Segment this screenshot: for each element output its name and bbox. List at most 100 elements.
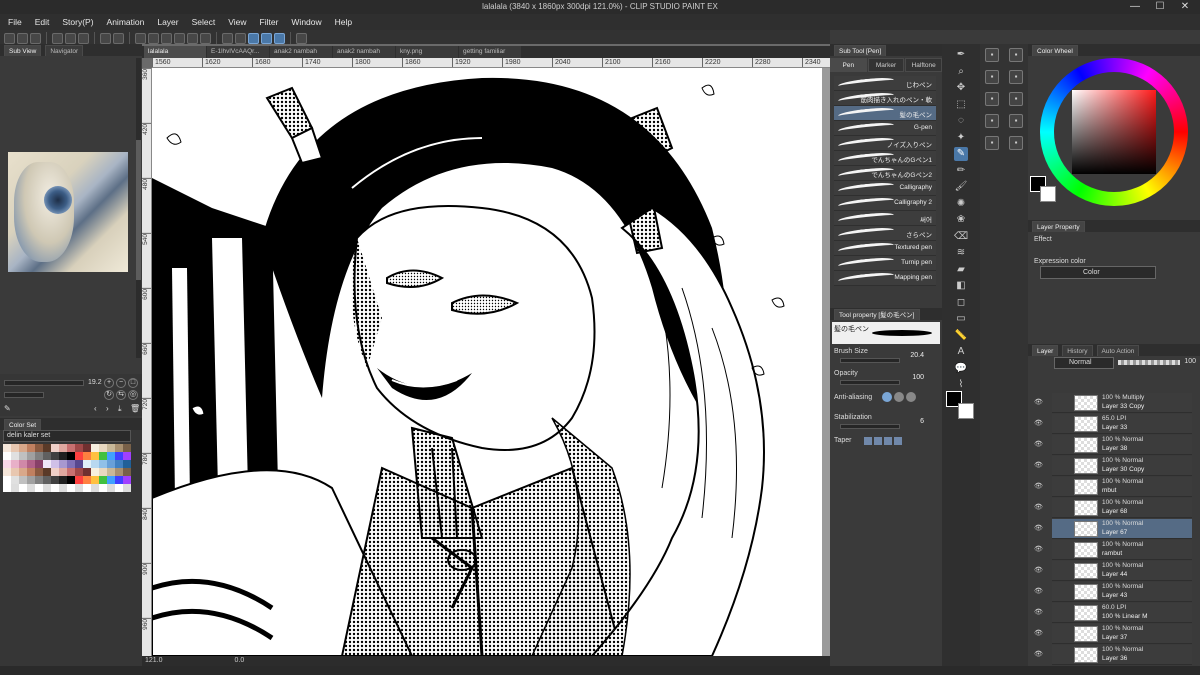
color-swatch[interactable] <box>3 444 11 452</box>
menu-help[interactable]: Help <box>335 17 352 27</box>
color-swatch[interactable] <box>19 444 27 452</box>
color-swatch[interactable] <box>27 468 35 476</box>
color-swatch[interactable] <box>51 468 59 476</box>
color-swatch[interactable] <box>123 476 131 484</box>
color-swatch[interactable] <box>35 484 43 492</box>
color-swatch[interactable] <box>67 452 75 460</box>
layer-row[interactable]: 👁 100 % Normal Layer 67 <box>1034 519 1192 539</box>
color-swatch[interactable] <box>43 476 51 484</box>
layer-settings-icon[interactable]: ▪ <box>1009 136 1023 150</box>
expression-color-select[interactable]: Color <box>1040 266 1156 279</box>
color-swatch[interactable] <box>107 452 115 460</box>
redo-icon[interactable] <box>113 32 124 44</box>
layer-opacity-slider[interactable] <box>1118 360 1180 365</box>
opacity-value[interactable]: 100 <box>912 374 924 381</box>
color-swatch[interactable] <box>107 484 115 492</box>
color-swatch[interactable] <box>75 444 83 452</box>
visibility-eye-icon[interactable]: 👁 <box>1034 545 1043 553</box>
tab-navigator[interactable]: Navigator <box>45 44 84 56</box>
invert-selection-icon[interactable] <box>187 32 198 44</box>
zoom-out-icon[interactable]: − <box>116 378 126 388</box>
layer-row[interactable]: 👁 100 % Multiply Layer 33 Copy <box>1034 393 1192 413</box>
drawing-canvas[interactable] <box>152 68 822 656</box>
color-swatch[interactable] <box>75 468 83 476</box>
tab-layer[interactable]: Layer <box>1032 344 1059 356</box>
color-swatch[interactable] <box>67 476 75 484</box>
color-swatch[interactable] <box>35 444 43 452</box>
color-swatch[interactable] <box>99 476 107 484</box>
color-swatch[interactable] <box>83 452 91 460</box>
layer-row[interactable]: 👁 100 % Normal Layer 36 <box>1034 645 1192 665</box>
tab-sub-view[interactable]: Sub View <box>4 44 42 56</box>
color-swatch[interactable] <box>75 452 83 460</box>
tab-halftone[interactable]: Halftone <box>905 58 943 72</box>
menu-layer[interactable]: Layer <box>157 17 178 27</box>
flip-icon[interactable]: ⇆ <box>116 390 126 400</box>
visibility-eye-icon[interactable]: 👁 <box>1034 524 1043 532</box>
fill-icon[interactable]: ▰ <box>954 263 968 277</box>
aa-option-icon[interactable] <box>906 392 916 402</box>
visibility-eye-icon[interactable]: 👁 <box>1034 608 1043 616</box>
menu-edit[interactable]: Edit <box>35 17 50 27</box>
color-swatch[interactable] <box>107 476 115 484</box>
angle-readout[interactable]: 0.0 <box>234 657 244 664</box>
close-button[interactable]: ✕ <box>1170 1 1200 12</box>
reset-icon[interactable]: ◎ <box>128 390 138 400</box>
pen-icon[interactable]: ✒ <box>954 48 968 62</box>
color-swatch[interactable] <box>19 460 27 468</box>
color-swatch[interactable] <box>11 452 19 460</box>
color-swatch[interactable] <box>59 468 67 476</box>
color-swatch[interactable] <box>59 476 67 484</box>
layer-row[interactable]: 👁 100 % Normal Layer 43 <box>1034 582 1192 602</box>
menu-select[interactable]: Select <box>192 17 216 27</box>
color-swatch[interactable] <box>51 452 59 460</box>
menu-file[interactable]: File <box>8 17 22 27</box>
zoom-in-icon[interactable]: + <box>104 378 114 388</box>
color-swatch[interactable] <box>91 468 99 476</box>
doc-tab-2[interactable]: E-1lhvlVcAAQr... <box>207 46 269 58</box>
aa-option-icon[interactable] <box>882 392 892 402</box>
airbrush-icon[interactable]: ✺ <box>954 197 968 211</box>
aa-option-icon[interactable] <box>894 392 904 402</box>
color-swatch[interactable] <box>27 476 35 484</box>
tab-history[interactable]: History <box>1062 344 1093 356</box>
fit-icon[interactable]: □ <box>128 378 138 388</box>
transform-icon[interactable] <box>161 32 172 44</box>
stabilization-slider[interactable] <box>840 424 900 429</box>
color-swatch[interactable] <box>43 484 51 492</box>
color-swatch[interactable] <box>19 476 27 484</box>
snap-special-ruler-icon[interactable] <box>261 32 272 44</box>
stabilization-value[interactable]: 6 <box>920 418 924 425</box>
color-swatch[interactable] <box>123 460 131 468</box>
color-swatch[interactable] <box>123 452 131 460</box>
pencil-icon[interactable]: ✏ <box>954 164 968 178</box>
color-swatch[interactable] <box>99 460 107 468</box>
doc-tab-3[interactable]: anak2 nambah <box>270 46 332 58</box>
blend-icon[interactable]: ≋ <box>954 246 968 260</box>
color-swatch[interactable] <box>3 476 11 484</box>
brush-item[interactable]: ノイズ入りペン <box>834 136 936 151</box>
brush-item[interactable]: Textured pen <box>834 241 936 256</box>
doc-tab-6[interactable]: getting familiar <box>459 46 521 58</box>
color-swatch[interactable] <box>19 468 27 476</box>
doc-tab-lalalala[interactable]: lalalala <box>144 46 206 58</box>
line-correct-icon[interactable]: ⌇ <box>954 378 968 392</box>
color-swatch[interactable] <box>43 444 51 452</box>
deselect-icon[interactable] <box>174 32 185 44</box>
brush-item[interactable]: さらペン <box>834 226 936 241</box>
color-swatch[interactable] <box>123 444 131 452</box>
color-swatch[interactable] <box>107 444 115 452</box>
print-icon[interactable] <box>65 32 76 44</box>
layer-row[interactable]: 👁 100 % Normal mbut <box>1034 477 1192 497</box>
color-swatch[interactable] <box>99 444 107 452</box>
brush-item[interactable]: Calligraphy <box>834 181 936 196</box>
brush-item[interactable]: 筋肉描き入れのペン・軟 <box>834 91 936 106</box>
color-swatch[interactable] <box>59 484 67 492</box>
menu-view[interactable]: View <box>228 17 246 27</box>
doc-tab-5[interactable]: kny.png <box>396 46 458 58</box>
color-swatch[interactable] <box>91 484 99 492</box>
layer-delete-icon[interactable]: ▪ <box>985 70 999 84</box>
color-swatch[interactable] <box>75 460 83 468</box>
color-swatch[interactable] <box>123 468 131 476</box>
color-swatch[interactable] <box>83 444 91 452</box>
